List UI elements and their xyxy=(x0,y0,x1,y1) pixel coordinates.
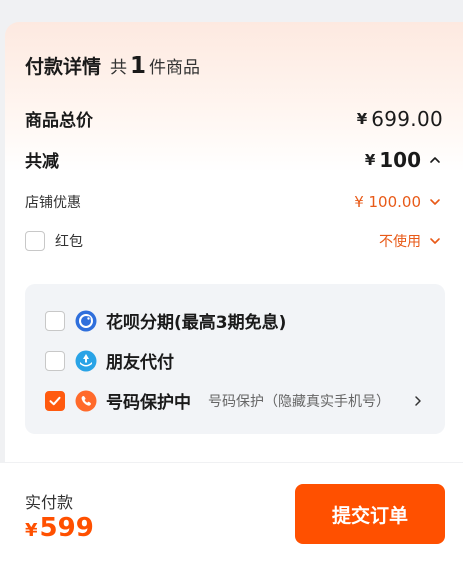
shop-coupon-value: ¥ 100.00 xyxy=(354,193,421,211)
shop-coupon-label: 店铺优惠 xyxy=(25,195,81,211)
phone-protect-checkbox[interactable] xyxy=(45,390,65,411)
actual-pay-value: 599 xyxy=(39,513,94,543)
currency-symbol: ¥ xyxy=(356,109,368,128)
currency-symbol: ¥ xyxy=(25,520,38,541)
payment-option-label: 花呗分期(最高3期免息) xyxy=(106,313,287,333)
huabei-icon xyxy=(75,310,97,331)
red-packet-select[interactable]: 不使用 xyxy=(379,231,443,251)
chevron-right-icon[interactable] xyxy=(411,394,425,408)
goods-total-value: 699.00 xyxy=(371,106,443,131)
checkout-footer: 实付款 ¥ 599 提交订单 xyxy=(0,463,463,571)
goods-total-row: 商品总价 ¥ 699.00 xyxy=(25,106,443,132)
payment-option-phone-protect[interactable]: 号码保护中 号码保护（隐藏真实手机号） xyxy=(45,388,425,413)
payment-details-card: 付款详情 共 1 件商品 商品总价 ¥ 699.00 共减 ¥ 100 店铺优惠… xyxy=(5,22,463,462)
payment-option-label: 号码保护中 xyxy=(106,393,191,413)
chevron-down-icon xyxy=(430,238,440,244)
phone-protect-icon xyxy=(75,390,97,411)
red-packet-value: 不使用 xyxy=(379,234,421,250)
payment-option-huabei[interactable]: 花呗分期(最高3期免息) xyxy=(45,308,425,333)
item-count-prefix: 共 xyxy=(110,58,128,78)
huabei-checkbox[interactable] xyxy=(45,310,65,331)
red-packet-checkbox[interactable] xyxy=(25,231,45,251)
payment-option-label: 朋友代付 xyxy=(106,353,174,373)
discount-row[interactable]: 共减 ¥ 100 xyxy=(25,147,443,172)
goods-total-label: 商品总价 xyxy=(25,111,93,131)
item-count-suffix: 件商品 xyxy=(149,58,201,78)
friend-pay-icon xyxy=(75,350,97,371)
item-count: 1 xyxy=(130,53,147,79)
currency-symbol: ¥ xyxy=(364,150,376,169)
check-icon xyxy=(49,396,61,405)
discount-amount: ¥ 100 xyxy=(365,148,443,172)
chevron-up-icon[interactable] xyxy=(427,152,443,168)
discount-value: 100 xyxy=(379,147,421,172)
page-title: 付款详情 xyxy=(25,56,102,78)
red-packet-row[interactable]: 红包 不使用 xyxy=(25,231,443,251)
phone-protect-desc: 号码保护（隐藏真实手机号） xyxy=(208,393,390,410)
payment-details-header: 付款详情 共 1 件商品 xyxy=(25,52,200,79)
red-packet-label: 红包 xyxy=(55,234,83,250)
red-packet-left: 红包 xyxy=(25,231,83,251)
goods-total-amount: ¥ 699.00 xyxy=(357,107,443,131)
payment-options-box: 花呗分期(最高3期免息) 朋友代付 号码保护中 号码保护（隐藏真实手机号） xyxy=(25,284,445,434)
shop-coupon-amount: ¥ 100.00 xyxy=(354,193,443,211)
submit-order-button[interactable]: 提交订单 xyxy=(295,484,445,544)
payment-option-friend-pay[interactable]: 朋友代付 xyxy=(45,348,425,373)
friend-pay-checkbox[interactable] xyxy=(45,350,65,371)
chevron-down-icon[interactable] xyxy=(427,194,443,210)
shop-coupon-row[interactable]: 店铺优惠 ¥ 100.00 xyxy=(25,192,443,212)
actual-pay-label: 实付款 xyxy=(25,493,74,512)
discount-label: 共减 xyxy=(25,152,59,172)
actual-pay-total: ¥ 599 xyxy=(25,513,94,543)
